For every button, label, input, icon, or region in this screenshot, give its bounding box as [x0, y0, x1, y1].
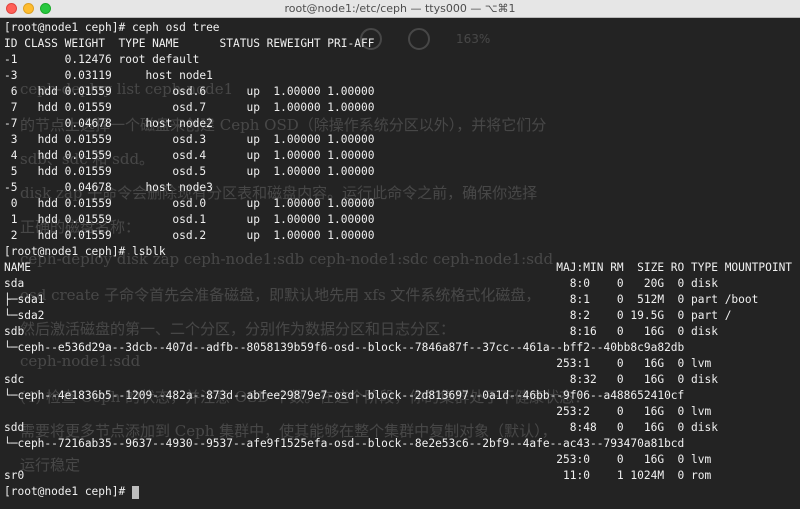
terminal-line: 5 hdd 0.01559 osd.5 up 1.00000 1.00000: [4, 165, 375, 178]
terminal-line: 253:0 0 16G 0 lvm: [4, 453, 712, 466]
terminal-line: └─sda2 8:2 0 19.5G 0 part /: [4, 309, 732, 322]
terminal-line: ├─sda1 8:1 0 512M 0 part /boot: [4, 293, 759, 306]
terminal-line: ID CLASS WEIGHT TYPE NAME STATUS REWEIGH…: [4, 37, 375, 50]
window-title: root@node1:/etc/ceph — ttys000 — ⌥⌘1: [284, 2, 516, 15]
terminal-line: 7 hdd 0.01559 osd.7 up 1.00000 1.00000: [4, 101, 375, 114]
text-cursor: [131, 485, 139, 499]
terminal-window: root@node1:/etc/ceph — ttys000 — ⌥⌘1 163…: [0, 0, 800, 509]
terminal-line: 253:1 0 16G 0 lvm: [4, 357, 712, 370]
title-bar[interactable]: root@node1:/etc/ceph — ttys000 — ⌥⌘1: [0, 0, 800, 18]
terminal-line: 6 hdd 0.01559 osd.6 up 1.00000 1.00000: [4, 85, 375, 98]
terminal-line: └─ceph--e536d29a--3dcb--407d--adfb--8058…: [4, 341, 685, 354]
terminal-line: └─ceph--4e1836b5--1209--482a--873d--abfe…: [4, 389, 685, 402]
terminal-line: -7 0.04678 host node2: [4, 117, 213, 130]
terminal-line: 0 hdd 0.01559 osd.0 up 1.00000 1.00000: [4, 197, 375, 210]
terminal-line: 253:2 0 16G 0 lvm: [4, 405, 712, 418]
terminal-line: sdc 8:32 0 16G 0 disk: [4, 373, 718, 386]
terminal-line: sda 8:0 0 20G 0 disk: [4, 277, 718, 290]
terminal-line: -1 0.12476 root default: [4, 53, 200, 66]
terminal-line: sr0 11:0 1 1024M 0 rom: [4, 469, 712, 482]
terminal-content[interactable]: 163% ceph-deploy list ceph-node1 的节点上选择一…: [0, 18, 800, 509]
terminal-line: [root@node1 ceph]#: [4, 484, 792, 500]
terminal-line: 1 hdd 0.01559 osd.1 up 1.00000 1.00000: [4, 213, 375, 226]
terminal-line: 4 hdd 0.01559 osd.4 up 1.00000 1.00000: [4, 149, 375, 162]
terminal-line: sdb 8:16 0 16G 0 disk: [4, 325, 718, 338]
terminal-line: [root@node1 ceph]# ceph osd tree: [4, 21, 220, 34]
terminal-line: 3 hdd 0.01559 osd.3 up 1.00000 1.00000: [4, 133, 375, 146]
terminal-line: └─ceph--7216ab35--9637--4930--9537--afe9…: [4, 437, 685, 450]
terminal-output: [root@node1 ceph]# ceph osd tree ID CLASS…: [4, 20, 792, 500]
terminal-line: -5 0.04678 host node3: [4, 181, 213, 194]
terminal-line: -3 0.03119 host node1: [4, 69, 213, 82]
terminal-line: NAME MAJ:MIN RM SIZE RO TYPE MOUNTPOINT: [4, 261, 793, 274]
terminal-line: sdd 8:48 0 16G 0 disk: [4, 421, 718, 434]
terminal-line: [root@node1 ceph]# lsblk: [4, 245, 166, 258]
terminal-line: 2 hdd 0.01559 osd.2 up 1.00000 1.00000: [4, 229, 375, 242]
